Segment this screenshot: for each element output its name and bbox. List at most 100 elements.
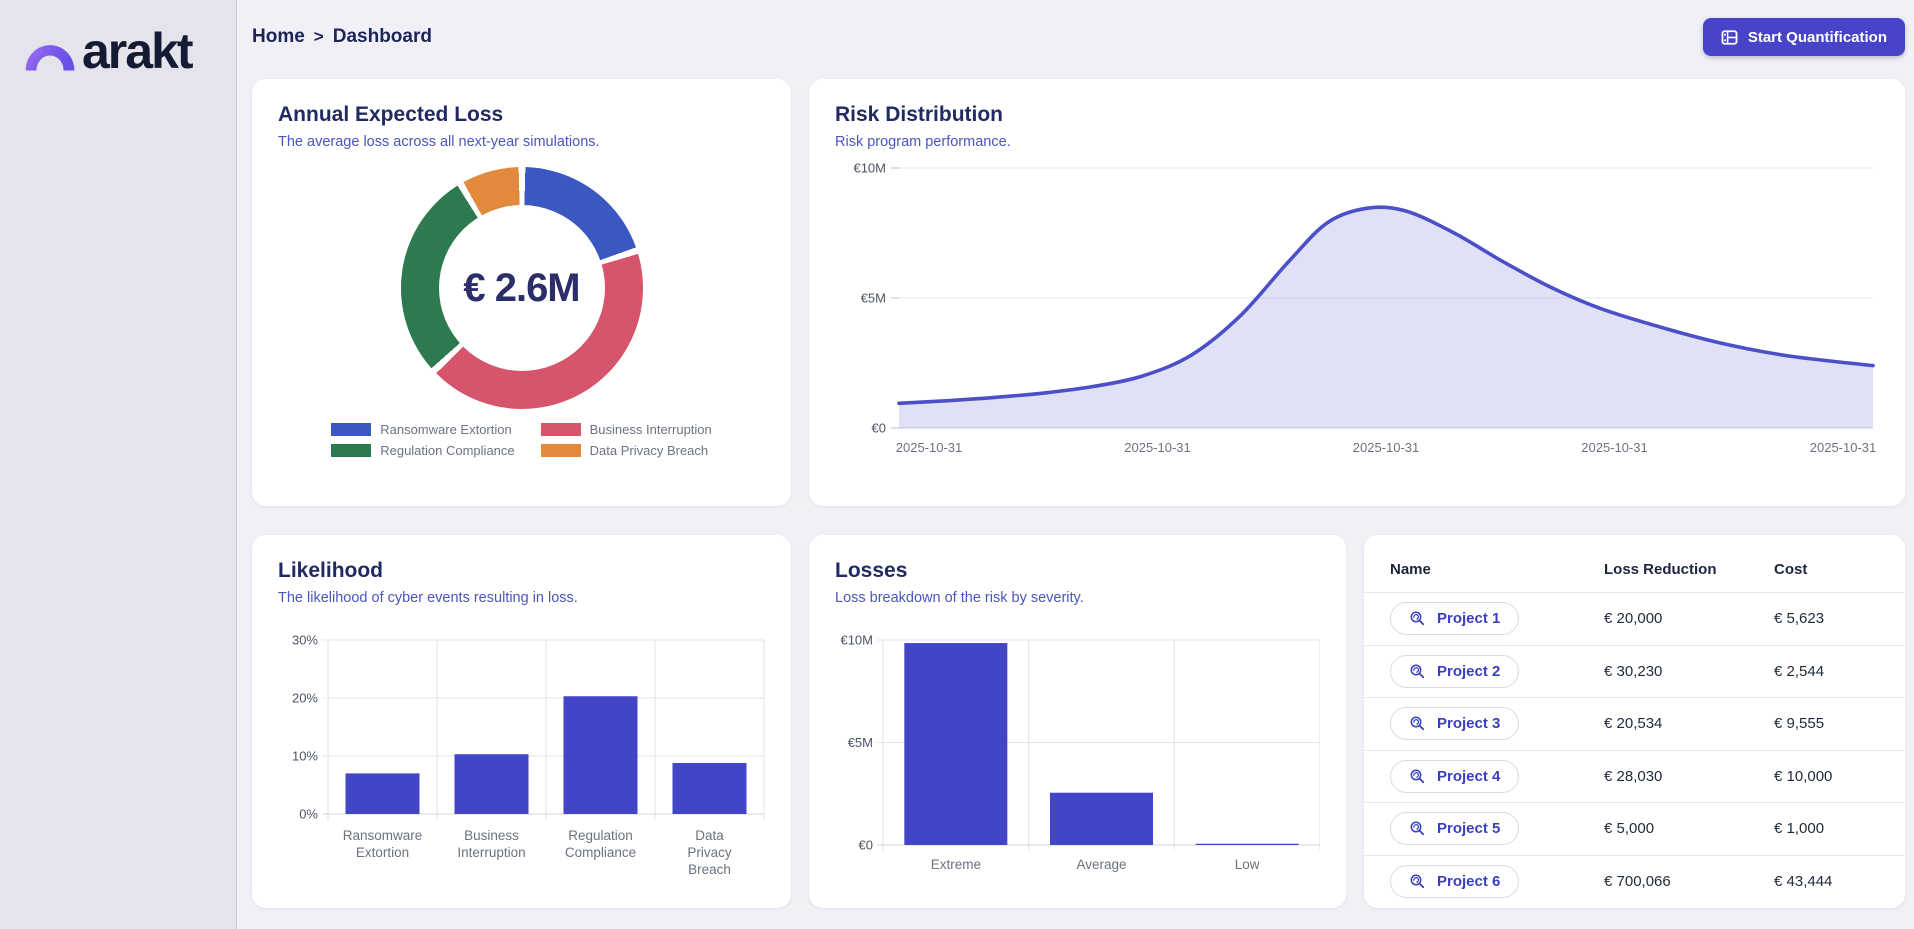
main-content: Home > Dashboard Start Quantification An… bbox=[237, 0, 1914, 929]
svg-text:€10M: €10M bbox=[853, 161, 886, 176]
table-row: Project 5€ 5,000€ 1,000 bbox=[1364, 802, 1905, 855]
category-label: Low bbox=[1235, 857, 1260, 872]
inspect-icon bbox=[1409, 610, 1426, 627]
legend-swatch bbox=[541, 423, 581, 436]
project-button-label: Project 5 bbox=[1437, 820, 1500, 837]
annual-expected-loss-title: Annual Expected Loss bbox=[278, 103, 765, 127]
cost-cell: € 10,000 bbox=[1774, 768, 1879, 785]
svg-text:0%: 0% bbox=[299, 807, 318, 822]
project-button[interactable]: Project 2 bbox=[1390, 655, 1519, 688]
table-row: Project 2€ 30,230€ 2,544 bbox=[1364, 645, 1905, 698]
start-quantification-label: Start Quantification bbox=[1748, 29, 1887, 46]
quantification-table-icon bbox=[1721, 29, 1738, 46]
annual-expected-loss-subtitle: The average loss across all next-year si… bbox=[278, 134, 765, 150]
project-button-label: Project 6 bbox=[1437, 873, 1500, 890]
table-row: Project 1 € 20,000€ 5,623 bbox=[1364, 592, 1905, 645]
cost-cell: € 9,555 bbox=[1774, 715, 1879, 732]
sidebar: arakt bbox=[0, 0, 237, 929]
breadcrumb-home[interactable]: Home bbox=[252, 26, 305, 48]
svg-text:10%: 10% bbox=[292, 749, 318, 764]
bar bbox=[564, 696, 638, 814]
table-row: Project 3 € 20,534€ 9,555 bbox=[1364, 697, 1905, 750]
start-quantification-button[interactable]: Start Quantification bbox=[1703, 18, 1905, 56]
projects-table-header: Name Loss Reduction Cost bbox=[1364, 551, 1905, 592]
bar bbox=[346, 773, 420, 814]
brand-name: arakt bbox=[82, 26, 192, 78]
area-fill bbox=[899, 207, 1873, 428]
topbar: Home > Dashboard Start Quantification bbox=[252, 16, 1905, 58]
x-tick-label: 2025-10-31 bbox=[1810, 440, 1877, 455]
x-tick-label: 2025-10-31 bbox=[1124, 440, 1191, 455]
table-row: Project 6€ 700,066€ 43,444 bbox=[1364, 855, 1905, 908]
projects-table-card: Name Loss Reduction Cost Project 1 € 20,0… bbox=[1364, 535, 1905, 908]
column-header-name: Name bbox=[1390, 561, 1604, 578]
legend-label: Business Interruption bbox=[590, 422, 712, 437]
project-button[interactable]: Project 5 bbox=[1390, 812, 1519, 845]
cost-cell: € 5,623 bbox=[1774, 610, 1879, 627]
svg-text:€10M: €10M bbox=[840, 633, 873, 648]
loss-reduction-cell: € 20,000 bbox=[1604, 610, 1774, 627]
loss-reduction-cell: € 20,534 bbox=[1604, 715, 1774, 732]
bar bbox=[455, 754, 529, 814]
project-button[interactable]: Project 4 bbox=[1390, 760, 1519, 793]
x-tick-label: 2025-10-31 bbox=[1581, 440, 1648, 455]
bar bbox=[1196, 844, 1299, 845]
project-button-label: Project 2 bbox=[1437, 663, 1500, 680]
category-label: Average bbox=[1076, 857, 1126, 872]
legend-item: Data Privacy Breach bbox=[541, 443, 712, 458]
risk-distribution-area-chart: €0 €5M €10M 2025-10-31 2025-10-31 2025-10-31 2… bbox=[835, 156, 1879, 468]
svg-text:€0: €0 bbox=[859, 838, 873, 853]
project-button[interactable]: Project 6 bbox=[1390, 865, 1519, 898]
brand-logo: arakt bbox=[20, 16, 236, 78]
legend-swatch bbox=[331, 444, 371, 457]
projects-table-body: Project 1 € 20,000€ 5,623 Project 2 € 30,23… bbox=[1364, 592, 1905, 907]
loss-reduction-cell: € 28,030 bbox=[1604, 768, 1774, 785]
likelihood-card: Likelihood The likelihood of cyber event… bbox=[252, 535, 791, 908]
annual-expected-loss-card: Annual Expected Loss The average loss ac… bbox=[252, 79, 791, 506]
losses-subtitle: Loss breakdown of the risk by severity. bbox=[835, 590, 1320, 606]
svg-text:€0: €0 bbox=[872, 421, 886, 436]
svg-text:20%: 20% bbox=[292, 691, 318, 706]
category-label: Extreme bbox=[931, 857, 981, 872]
svg-text:€5M: €5M bbox=[848, 735, 873, 750]
donut-hole: € 2.6M bbox=[439, 205, 605, 371]
donut-chart: € 2.6M Ransomware Extortion Business Inte… bbox=[278, 167, 765, 458]
svg-text:€5M: €5M bbox=[861, 291, 886, 306]
legend-label: Data Privacy Breach bbox=[590, 443, 709, 458]
inspect-icon bbox=[1409, 820, 1426, 837]
project-button[interactable]: Project 3 bbox=[1390, 707, 1519, 740]
legend-swatch bbox=[331, 423, 371, 436]
inspect-icon bbox=[1409, 873, 1426, 890]
likelihood-title: Likelihood bbox=[278, 559, 765, 583]
column-header-cost: Cost bbox=[1774, 561, 1879, 578]
donut-ring: € 2.6M bbox=[401, 167, 643, 409]
cost-cell: € 43,444 bbox=[1774, 873, 1879, 890]
inspect-icon bbox=[1409, 715, 1426, 732]
category-label: RansomwareExtortion bbox=[343, 828, 423, 860]
inspect-icon bbox=[1409, 768, 1426, 785]
legend-label: Regulation Compliance bbox=[380, 443, 514, 458]
svg-text:30%: 30% bbox=[292, 633, 318, 648]
project-button-label: Project 3 bbox=[1437, 715, 1500, 732]
table-row: Project 4 € 28,030€ 10,000 bbox=[1364, 750, 1905, 803]
donut-center-value: € 2.6M bbox=[463, 266, 579, 311]
donut-legend: Ransomware Extortion Business Interruptio… bbox=[331, 422, 712, 458]
bar bbox=[904, 643, 1007, 845]
project-button[interactable]: Project 1 bbox=[1390, 602, 1519, 635]
arakt-arch-icon bbox=[20, 16, 80, 78]
column-header-loss-reduction: Loss Reduction bbox=[1604, 561, 1774, 578]
breadcrumb-dashboard[interactable]: Dashboard bbox=[333, 26, 432, 48]
x-tick-label: 2025-10-31 bbox=[896, 440, 963, 455]
losses-card: Losses Loss breakdown of the risk by sev… bbox=[809, 535, 1346, 908]
legend-item: Regulation Compliance bbox=[331, 443, 514, 458]
losses-title: Losses bbox=[835, 559, 1320, 583]
losses-bar-chart: €0 €5M €10M Extreme Average Low bbox=[835, 628, 1320, 880]
likelihood-bar-chart: 0% 10% 20% 30% RansomwareExtortion BusinessIn… bbox=[278, 628, 765, 890]
legend-item: Business Interruption bbox=[541, 422, 712, 437]
category-label: BusinessInterruption bbox=[457, 828, 525, 860]
bar bbox=[673, 763, 747, 814]
inspect-icon bbox=[1409, 663, 1426, 680]
legend-item: Ransomware Extortion bbox=[331, 422, 514, 437]
loss-reduction-cell: € 30,230 bbox=[1604, 663, 1774, 680]
category-label: DataPrivacyBreach bbox=[687, 828, 732, 877]
